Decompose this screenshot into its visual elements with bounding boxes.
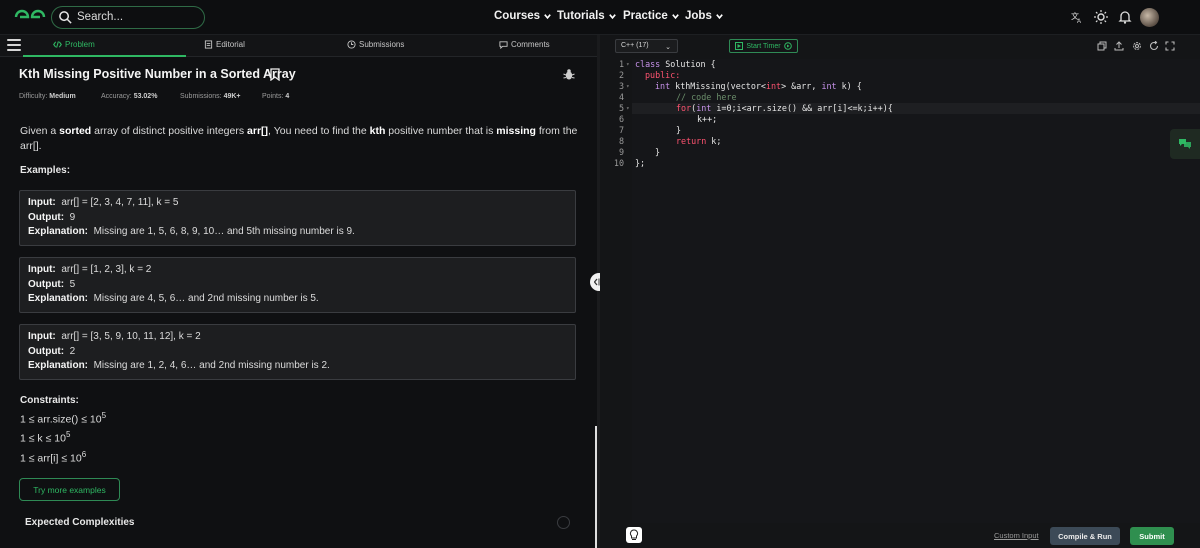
problem-title: Kth Missing Positive Number in a Sorted … <box>19 67 296 81</box>
compile-run-button[interactable]: Compile & Run <box>1050 527 1120 545</box>
play-icon <box>783 42 792 50</box>
code-line: 4// code here <box>618 92 737 102</box>
example-box: Input: arr[] = [1, 2, 3], k = 2 Output: … <box>19 257 576 313</box>
code-editor[interactable]: 1 ▾ class Solution { 2 public: 3 ▾ int kthMis… <box>600 59 1200 523</box>
nav-tutorials[interactable]: Tutorials <box>557 10 617 22</box>
tab-problem[interactable]: Problem <box>53 40 95 49</box>
code-line: 2 public: <box>618 70 681 80</box>
document-icon <box>204 40 213 49</box>
problem-tabs: Problem Editorial Submissions Comments <box>0 35 597 57</box>
code-line: 8 return k; <box>618 136 722 146</box>
accuracy: Accuracy: 53.02% <box>101 93 158 100</box>
code-line: 9} <box>618 147 661 157</box>
report-bug-icon[interactable] <box>563 68 575 81</box>
hint-button[interactable] <box>626 527 642 543</box>
chat-icon <box>1179 139 1191 149</box>
fold-arrow-icon: ▾ <box>626 83 630 90</box>
editor-toolbar: C++ (17) ⌄ Start Timer <box>600 35 1200 56</box>
export-icon[interactable] <box>1114 41 1124 51</box>
timer-icon <box>735 42 744 50</box>
svg-text:A: A <box>1077 19 1081 25</box>
nav-courses[interactable]: Courses <box>494 10 552 22</box>
constraint-item: 1 ≤ arr.size() ≤ 105 <box>20 411 107 426</box>
chevron-down-icon <box>544 13 551 19</box>
code-line: 5 ▾ for(int i=0;i<arr.size() && arr[i]<=k;… <box>618 103 893 113</box>
code-line: 1 ▾ class Solution { <box>618 59 716 69</box>
constraint-item: 1 ≤ arr[i] ≤ 106 <box>20 450 87 465</box>
problem-description: Given a sorted array of distinct positiv… <box>20 125 578 152</box>
search-icon <box>59 11 72 24</box>
fold-arrow-icon: ▾ <box>626 105 630 112</box>
reset-icon[interactable] <box>1149 41 1159 51</box>
active-tab-indicator <box>23 55 186 57</box>
copy-icon[interactable] <box>1097 41 1107 51</box>
code-line: 3 ▾ int kthMissing(vector<int> &arr, int k… <box>618 81 862 91</box>
chevron-down-icon: ⌄ <box>665 44 671 51</box>
points: Points: 4 <box>262 93 290 100</box>
lightbulb-icon <box>629 529 639 540</box>
custom-input-link[interactable]: Custom Input <box>994 531 1039 540</box>
code-icon <box>53 41 62 48</box>
theme-icon[interactable] <box>1093 9 1109 25</box>
nav-jobs[interactable]: Jobs <box>685 10 724 22</box>
clock-icon <box>347 40 356 49</box>
examples-heading: Examples: <box>20 165 71 176</box>
tab-comments[interactable]: Comments <box>499 40 550 49</box>
chevron-down-icon <box>608 13 616 19</box>
chevron-down-icon <box>716 13 723 19</box>
expected-complexities-heading: Expected Complexities <box>25 517 135 528</box>
editor-panel: C++ (17) ⌄ Start Timer 1 ▾ class Solution {… <box>600 35 1200 548</box>
difficulty: Difficulty: Medium <box>19 93 76 100</box>
chevron-down-icon[interactable] <box>557 516 570 529</box>
submit-button[interactable]: Submit <box>1130 527 1174 545</box>
menu-icon[interactable] <box>7 39 21 51</box>
geeksforgeeks-logo[interactable] <box>14 8 46 26</box>
chevron-down-icon <box>671 13 679 19</box>
try-more-examples-button[interactable]: Try more examples <box>19 478 120 501</box>
constraints-heading: Constraints: <box>20 395 79 406</box>
code-line: 10}; <box>613 158 646 168</box>
constraint-item: 1 ≤ k ≤ 105 <box>20 430 71 445</box>
tab-submissions[interactable]: Submissions <box>347 40 404 49</box>
avatar[interactable] <box>1140 8 1159 27</box>
start-timer-button[interactable]: Start Timer <box>729 39 798 53</box>
example-box: Input: arr[] = [2, 3, 4, 7, 11], k = 5 O… <box>19 190 576 246</box>
top-navbar: Search... Courses Tutorials Practice Job… <box>0 0 1200 35</box>
tab-editorial[interactable]: Editorial <box>204 40 245 49</box>
language-select[interactable]: C++ (17) ⌄ <box>615 39 678 53</box>
code-line: 6 k++; <box>618 114 718 124</box>
settings-icon[interactable] <box>1132 41 1142 51</box>
bookmark-icon[interactable] <box>270 68 280 81</box>
nav-practice[interactable]: Practice <box>623 10 680 22</box>
fullscreen-icon[interactable] <box>1165 41 1175 51</box>
code-line: 7} <box>618 125 682 135</box>
chat-button[interactable] <box>1170 129 1200 159</box>
submissions-count: Submissions: 49K+ <box>180 93 241 100</box>
fold-arrow-icon: ▾ <box>626 61 630 68</box>
bell-icon[interactable] <box>1117 9 1133 25</box>
search-bar[interactable]: Search... <box>51 6 205 29</box>
comment-icon <box>499 41 508 49</box>
translate-icon[interactable]: 文A <box>1068 9 1084 25</box>
search-placeholder: Search... <box>77 11 124 23</box>
example-box: Input: arr[] = [3, 5, 9, 10, 11, 12], k … <box>19 324 576 380</box>
